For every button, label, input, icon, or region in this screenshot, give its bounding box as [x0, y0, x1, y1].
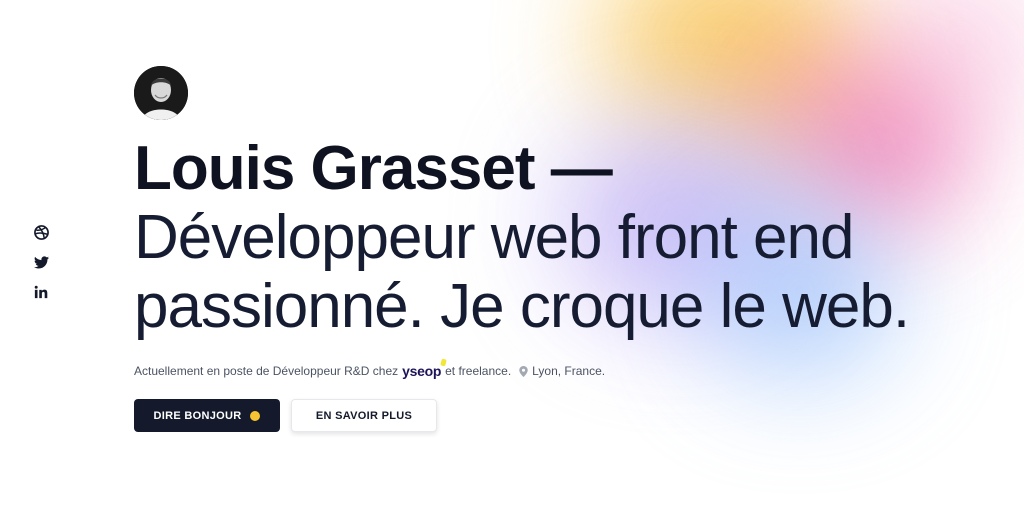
subline-prefix: Actuellement en poste de Développeur R&D…	[134, 364, 399, 378]
location-pin-icon	[519, 365, 528, 377]
dribbble-icon	[33, 224, 49, 240]
smiley-icon	[250, 410, 261, 421]
dribbble-link[interactable]	[33, 223, 49, 241]
subline-suffix: et freelance.	[445, 364, 512, 378]
say-hello-button[interactable]: DIRE BONJOUR	[134, 399, 280, 432]
social-links	[33, 223, 49, 301]
company-name: yseop	[402, 363, 442, 379]
twitter-icon	[33, 255, 49, 268]
say-hello-label: DIRE BONJOUR	[153, 409, 242, 422]
linkedin-icon	[34, 285, 48, 299]
avatar	[134, 66, 188, 120]
learn-more-label: EN SAVOIR PLUS	[315, 409, 413, 422]
twitter-link[interactable]	[33, 253, 49, 271]
cta-buttons: DIRE BONJOUR EN SAVOIR PLUS	[134, 399, 954, 432]
current-position: Actuellement en poste de Développeur R&D…	[134, 358, 954, 379]
avatar-photo	[134, 66, 188, 120]
headline-tagline: Développeur web front end passionné. Je …	[134, 203, 910, 341]
company-logo[interactable]: yseop	[402, 358, 447, 379]
linkedin-link[interactable]	[33, 283, 49, 301]
learn-more-button[interactable]: EN SAVOIR PLUS	[291, 399, 437, 432]
page-title: Louis Grasset — Développeur web front end…	[134, 134, 924, 341]
hero-section: Louis Grasset — Développeur web front end…	[134, 66, 954, 432]
headline-name: Louis Grasset —	[134, 134, 613, 203]
location-text: Lyon, France.	[532, 364, 606, 378]
